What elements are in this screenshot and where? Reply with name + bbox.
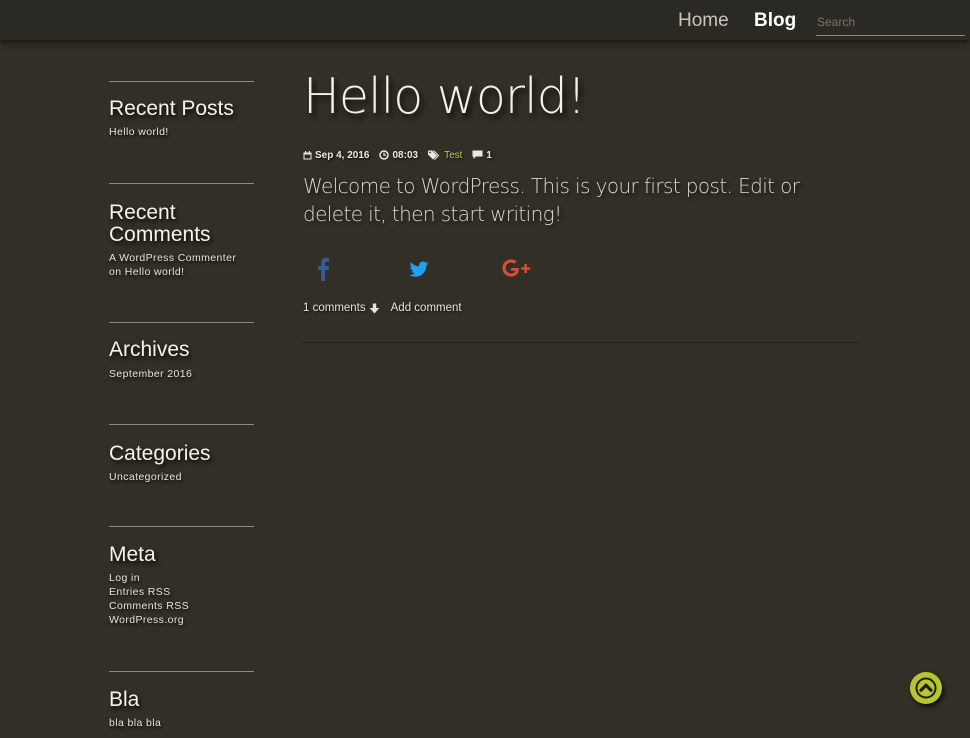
comments-link-label: 1 comments bbox=[303, 302, 366, 314]
post-date-text: Sep 4, 2016 bbox=[315, 149, 370, 161]
widget-recent-posts: Recent Posts Hello world! bbox=[109, 81, 254, 139]
nav-link-blog[interactable]: Blog bbox=[754, 10, 796, 32]
back-to-top-button[interactable] bbox=[910, 672, 942, 704]
post-comment-count: 1 bbox=[472, 150, 492, 161]
comment-post-link[interactable]: on Hello world! bbox=[109, 265, 254, 279]
calendar-icon bbox=[303, 150, 312, 159]
post-tags: Test bbox=[428, 150, 462, 161]
post-excerpt: Welcome to WordPress. This is your first… bbox=[303, 174, 800, 226]
add-comment-link[interactable]: Add comment bbox=[391, 302, 462, 314]
widget-bla: Bla bla bla bla bbox=[109, 671, 254, 730]
post-date: Sep 4, 2016 bbox=[303, 150, 369, 161]
widget-recent-comments: Recent Comments A WordPress Commenter on… bbox=[109, 183, 254, 279]
category-link[interactable]: Uncategorized bbox=[109, 470, 254, 484]
meta-link-comments-rss[interactable]: Comments RSS bbox=[109, 599, 254, 613]
meta-link-login[interactable]: Log in bbox=[109, 571, 254, 585]
search-input[interactable] bbox=[816, 8, 965, 36]
archive-link[interactable]: September 2016 bbox=[109, 367, 254, 381]
comment-icon bbox=[472, 150, 483, 159]
arrow-down-icon bbox=[369, 303, 379, 313]
post-title[interactable]: Hello world! bbox=[303, 68, 586, 126]
nav-link-home[interactable]: Home bbox=[678, 10, 729, 32]
widget-title: Meta bbox=[109, 543, 156, 566]
post-meta: Sep 4, 2016 08:03 Test 1 bbox=[303, 148, 502, 162]
tag-link[interactable]: Test bbox=[444, 150, 462, 161]
comments-toggle-link[interactable]: 1 comments bbox=[303, 302, 380, 314]
clock-icon bbox=[379, 150, 390, 160]
widget-categories: Categories Uncategorized bbox=[109, 424, 254, 484]
post-time: 08:03 bbox=[379, 150, 418, 161]
recent-post-link[interactable]: Hello world! bbox=[109, 125, 254, 139]
widget-text: bla bla bla bbox=[109, 717, 162, 729]
chevron-up-icon bbox=[915, 677, 937, 699]
widget-title: Recent Posts bbox=[109, 97, 234, 120]
comment-author-link[interactable]: A WordPress Commenter bbox=[109, 251, 254, 265]
post-links: 1 comments Add comment bbox=[303, 300, 462, 316]
facebook-icon[interactable] bbox=[313, 255, 333, 283]
meta-link-entries-rss[interactable]: Entries RSS bbox=[109, 585, 254, 599]
widget-archives: Archives September 2016 bbox=[109, 322, 254, 381]
top-navigation-bar: Home Blog bbox=[0, 0, 970, 40]
widget-title: Recent Comments bbox=[109, 201, 211, 246]
post-time-text: 08:03 bbox=[392, 149, 419, 161]
post-divider bbox=[303, 340, 858, 341]
widget-meta: Meta Log in Entries RSS Comments RSS Wor… bbox=[109, 526, 254, 627]
google-plus-icon[interactable] bbox=[500, 255, 534, 283]
twitter-icon[interactable] bbox=[407, 255, 431, 283]
widget-title: Bla bbox=[109, 688, 140, 711]
widget-title: Archives bbox=[109, 338, 190, 361]
tags-icon bbox=[428, 150, 440, 160]
comment-count-text: 1 bbox=[486, 149, 492, 161]
meta-link-wordpress-org[interactable]: WordPress.org bbox=[109, 613, 254, 627]
widget-title: Categories bbox=[109, 442, 211, 465]
